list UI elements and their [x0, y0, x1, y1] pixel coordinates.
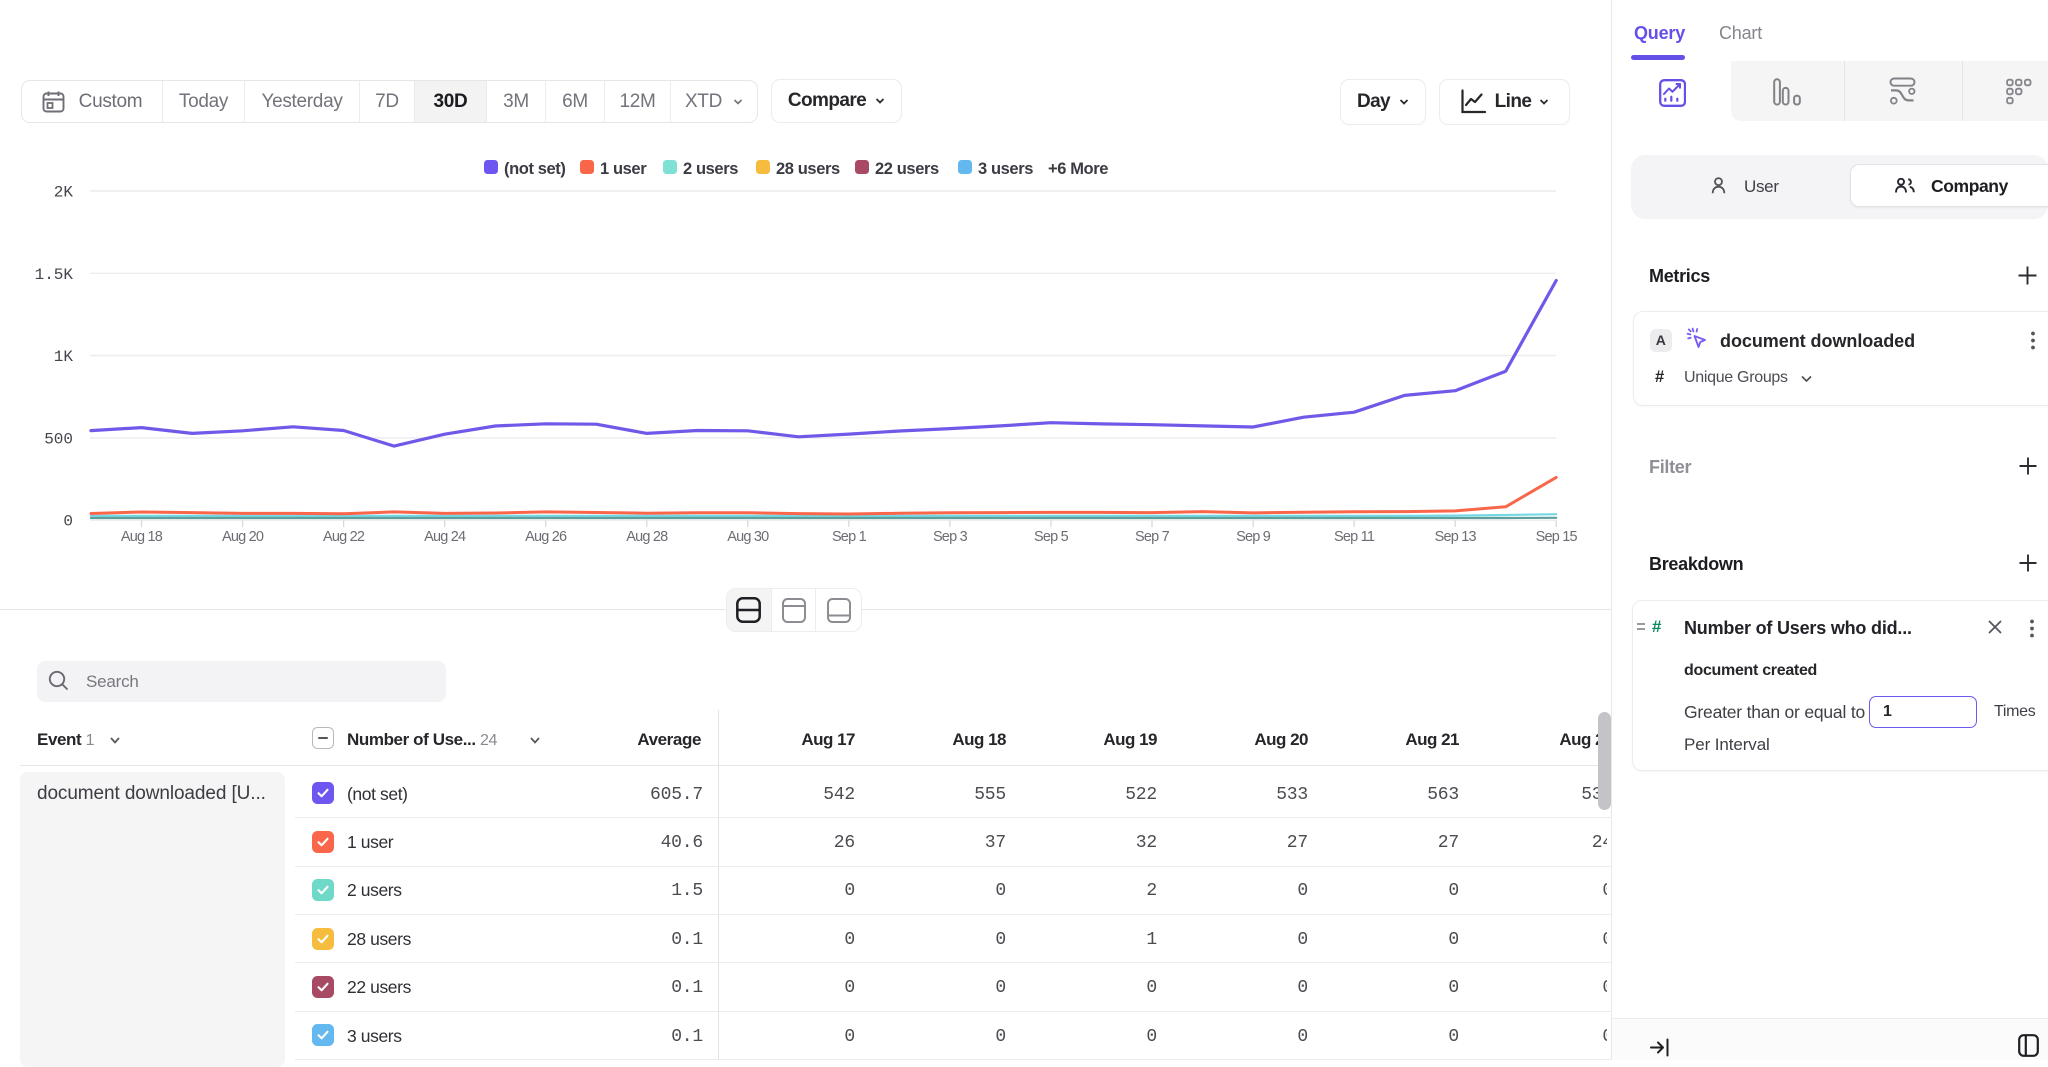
svg-text:Aug 24: Aug 24 — [424, 529, 466, 545]
svg-text:Aug 26: Aug 26 — [525, 529, 567, 545]
svg-text:Aug 30: Aug 30 — [727, 529, 769, 545]
svg-text:Sep 9: Sep 9 — [1236, 529, 1271, 545]
svg-text:Sep 1: Sep 1 — [832, 529, 867, 545]
svg-text:Sep 13: Sep 13 — [1435, 529, 1477, 545]
svg-text:Aug 28: Aug 28 — [626, 529, 668, 545]
svg-text:2K: 2K — [54, 184, 74, 202]
svg-text:Sep 3: Sep 3 — [933, 529, 968, 545]
svg-text:1K: 1K — [54, 348, 74, 366]
svg-text:1.5K: 1.5K — [35, 266, 74, 284]
svg-text:Aug 22: Aug 22 — [323, 529, 365, 545]
svg-text:Sep 5: Sep 5 — [1034, 529, 1069, 545]
svg-text:Sep 7: Sep 7 — [1135, 529, 1170, 545]
svg-text:0: 0 — [63, 513, 73, 531]
svg-text:Sep 11: Sep 11 — [1334, 529, 1375, 545]
svg-text:Aug 20: Aug 20 — [222, 529, 264, 545]
svg-text:Aug 18: Aug 18 — [121, 529, 163, 545]
svg-text:500: 500 — [44, 430, 73, 448]
svg-text:Sep 15: Sep 15 — [1536, 529, 1578, 545]
